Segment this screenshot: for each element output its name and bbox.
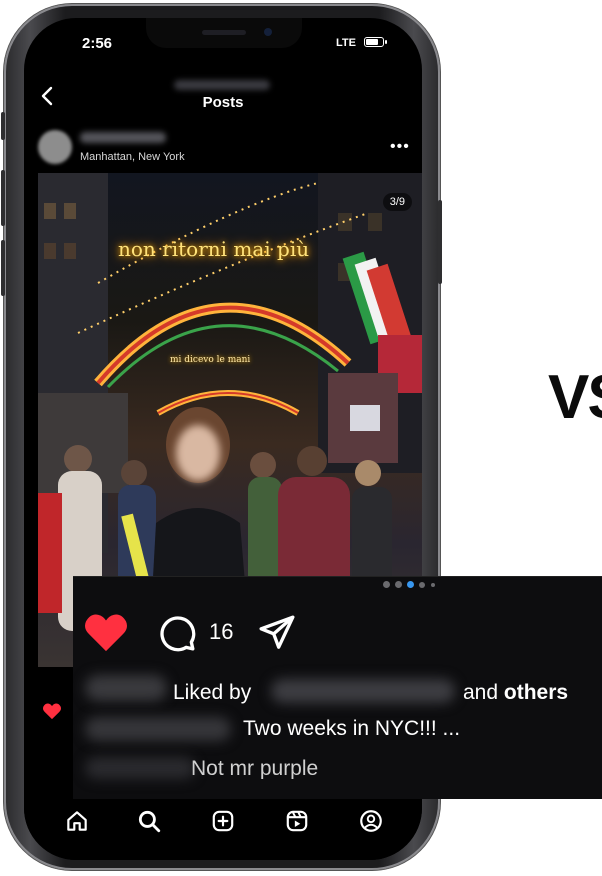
crowd-head	[250, 452, 276, 478]
share-icon[interactable]	[257, 613, 297, 653]
network-indicator: LTE	[336, 37, 356, 49]
volume-up-button	[1, 170, 5, 226]
liked-by-label: Liked by	[173, 681, 252, 704]
window	[44, 243, 56, 259]
comment-preview[interactable]: Not mr purple	[191, 757, 318, 779]
subject-face-blurred	[176, 425, 220, 481]
page-title: Posts	[202, 94, 244, 111]
light-arch-red	[96, 305, 350, 385]
stall-sign	[350, 405, 380, 431]
and-others-label[interactable]: and others	[463, 681, 568, 705]
window	[64, 243, 76, 259]
zoomed-caption-overlay: 16 Liked by and others Two weeks in NYC!…	[73, 576, 602, 799]
home-icon[interactable]	[64, 808, 90, 834]
blurred-username-header	[174, 80, 270, 90]
blurred-caption-username[interactable]	[85, 717, 231, 741]
small-heart-icon[interactable]	[42, 702, 62, 720]
crowd-head	[64, 445, 92, 473]
bottom-nav	[24, 800, 422, 860]
silent-switch	[1, 112, 5, 140]
post-caption[interactable]: Two weeks in NYC!!! ...	[243, 717, 460, 741]
carousel-dot	[395, 581, 402, 588]
front-camera	[264, 28, 272, 36]
profile-icon[interactable]	[358, 808, 384, 834]
more-options-icon[interactable]: •••	[390, 138, 410, 156]
carousel-dot	[431, 582, 435, 587]
comment-icon[interactable]	[157, 613, 197, 653]
carousel-dot	[419, 581, 425, 588]
partial-vs-text: VS	[548, 363, 602, 432]
search-icon[interactable]	[136, 808, 162, 834]
window	[368, 213, 382, 231]
light-string	[97, 182, 319, 284]
create-icon[interactable]	[210, 808, 236, 834]
like-heart-icon[interactable]	[83, 611, 129, 653]
window	[44, 203, 56, 219]
battery-icon	[364, 37, 387, 47]
blurred-liker-name[interactable]	[271, 679, 455, 703]
window	[338, 213, 352, 231]
notch	[146, 18, 302, 48]
reels-icon[interactable]	[284, 808, 310, 834]
others-label: others	[503, 681, 569, 704]
blurred-commenter-name[interactable]	[85, 757, 195, 779]
crowd-head	[355, 460, 381, 486]
status-time: 2:56	[82, 35, 113, 52]
window	[64, 203, 76, 219]
avatar[interactable]	[38, 130, 72, 164]
power-button	[438, 200, 442, 284]
crowd-head	[297, 446, 327, 476]
comment-count: 16	[209, 619, 234, 644]
neon-sub-text: mi dicevo le mani	[170, 355, 251, 365]
crowd-red-shirt	[38, 493, 62, 613]
post-location[interactable]: Manhattan, New York	[80, 151, 185, 163]
carousel-dot	[383, 581, 390, 588]
and-label: and	[463, 681, 499, 704]
carousel-dot	[407, 581, 414, 588]
blurred-post-username[interactable]	[80, 132, 166, 143]
blurred-liker-avatar[interactable]	[85, 675, 167, 701]
image-counter: 3/9	[382, 193, 412, 211]
crowd-head	[121, 460, 147, 486]
speaker	[202, 30, 246, 35]
volume-down-button	[1, 240, 5, 296]
neon-sign-text: non ritorni mai più	[118, 237, 310, 261]
